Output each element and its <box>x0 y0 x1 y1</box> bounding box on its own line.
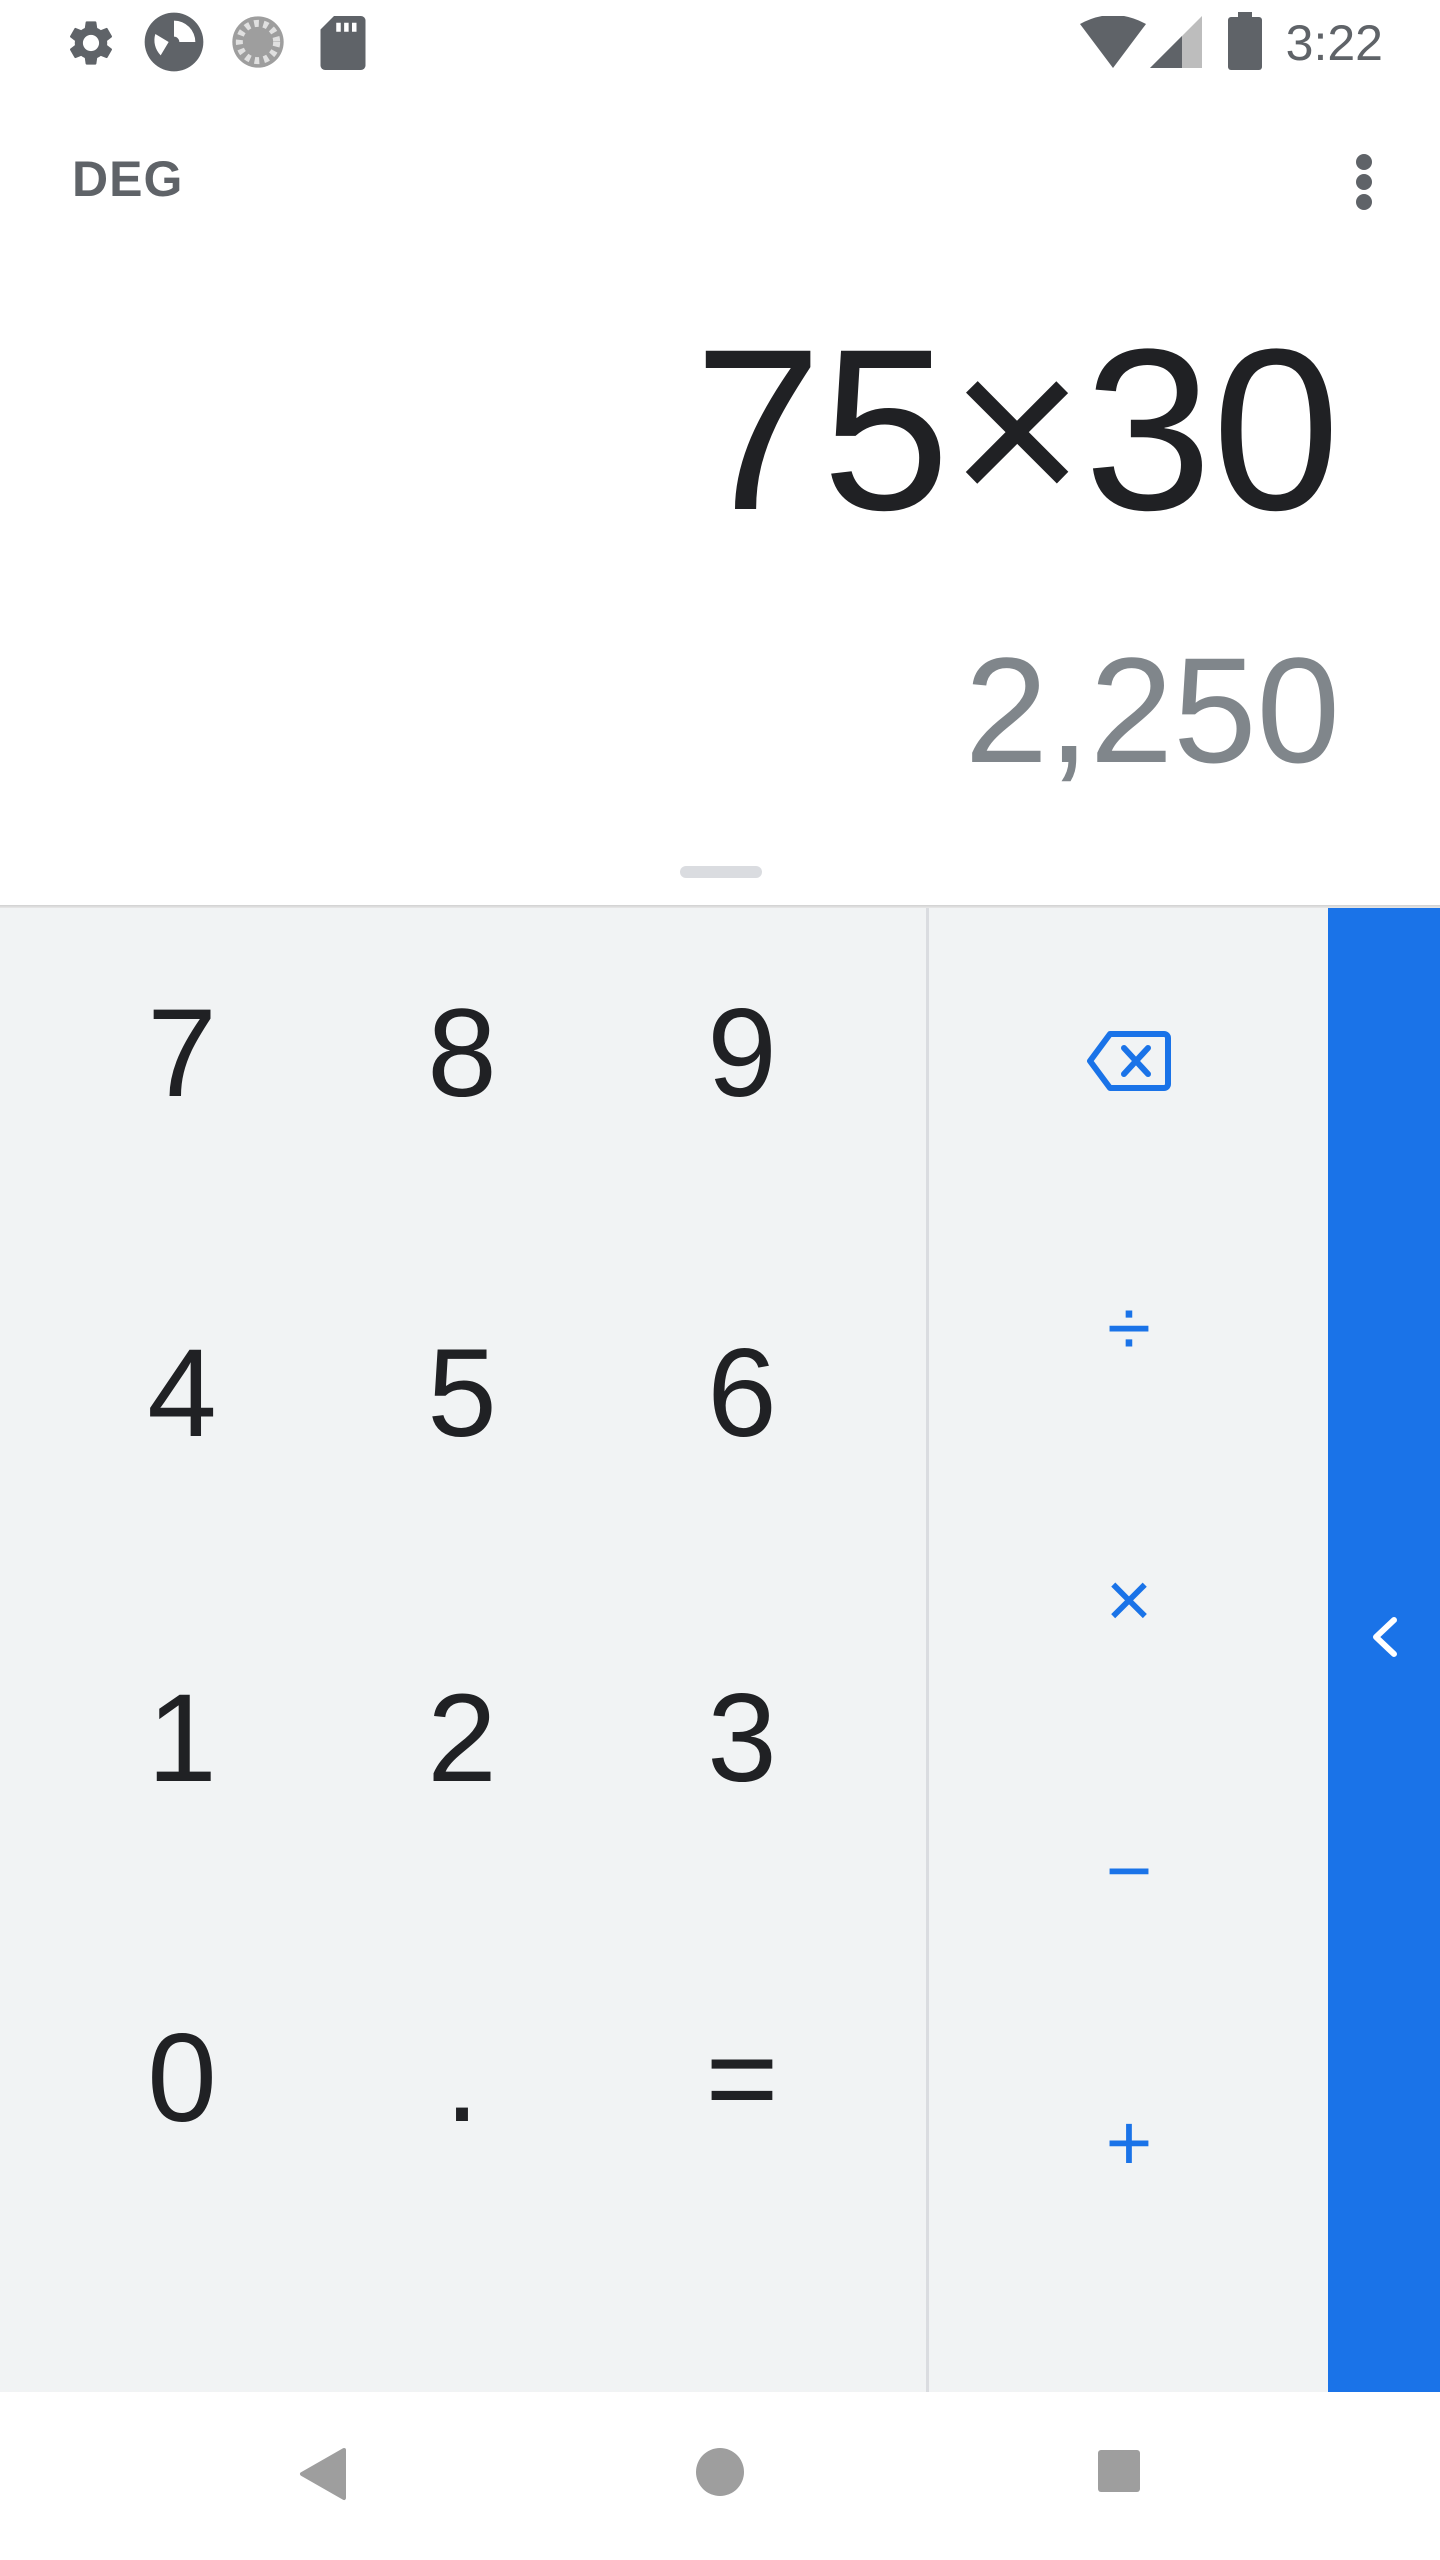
recents-icon[interactable] <box>1096 2448 1142 2494</box>
multiply-button[interactable]: × <box>979 1490 1279 1710</box>
key-decimal[interactable]: . <box>332 1938 592 2218</box>
expression-display[interactable]: 75×30 <box>694 300 1340 560</box>
key-5[interactable]: 5 <box>332 1253 592 1533</box>
key-8[interactable]: 8 <box>332 913 592 1193</box>
status-time: 3:22 <box>1285 15 1383 71</box>
plus-button[interactable]: + <box>979 2033 1279 2253</box>
sd-card-icon <box>320 16 366 70</box>
result-preview: 2,250 <box>964 626 1340 794</box>
advanced-panel-tab[interactable] <box>1328 908 1440 2392</box>
backspace-button[interactable] <box>979 951 1279 1171</box>
home-icon[interactable] <box>694 2446 746 2498</box>
signal-icon <box>1150 16 1202 68</box>
key-9[interactable]: 9 <box>612 913 872 1193</box>
key-2[interactable]: 2 <box>332 1598 592 1878</box>
more-vert-icon[interactable] <box>1336 146 1392 218</box>
key-4[interactable]: 4 <box>52 1253 312 1533</box>
navigation-bar <box>0 2392 1440 2560</box>
wifi-icon <box>1080 16 1146 68</box>
key-7[interactable]: 7 <box>52 913 312 1193</box>
history-drag-handle[interactable] <box>680 866 762 878</box>
keypad: 7 8 9 4 5 6 1 2 3 0 . = ÷ × − + <box>0 908 1440 2392</box>
backspace-icon <box>1087 1031 1171 1091</box>
settings-icon <box>69 21 113 65</box>
divide-button[interactable]: ÷ <box>979 1218 1279 1438</box>
key-1[interactable]: 1 <box>52 1598 312 1878</box>
chevron-left-icon <box>1373 1617 1397 1657</box>
angle-mode-toggle[interactable]: DEG <box>72 150 183 208</box>
calculator-screen: 3:22 DEG 75×30 2,250 7 8 9 4 5 6 1 2 3 0… <box>0 0 1440 2560</box>
key-0[interactable]: 0 <box>52 1938 312 2218</box>
back-icon[interactable] <box>296 2446 348 2502</box>
key-6[interactable]: 6 <box>612 1253 872 1533</box>
key-equals[interactable]: = <box>612 1938 872 2218</box>
keypad-divider <box>926 908 929 2392</box>
status-bar: 3:22 <box>0 0 1440 84</box>
key-3[interactable]: 3 <box>612 1598 872 1878</box>
battery-icon <box>1228 12 1262 70</box>
loading-icon <box>232 16 284 68</box>
minus-button[interactable]: − <box>979 1761 1279 1981</box>
app-icon <box>144 12 204 72</box>
